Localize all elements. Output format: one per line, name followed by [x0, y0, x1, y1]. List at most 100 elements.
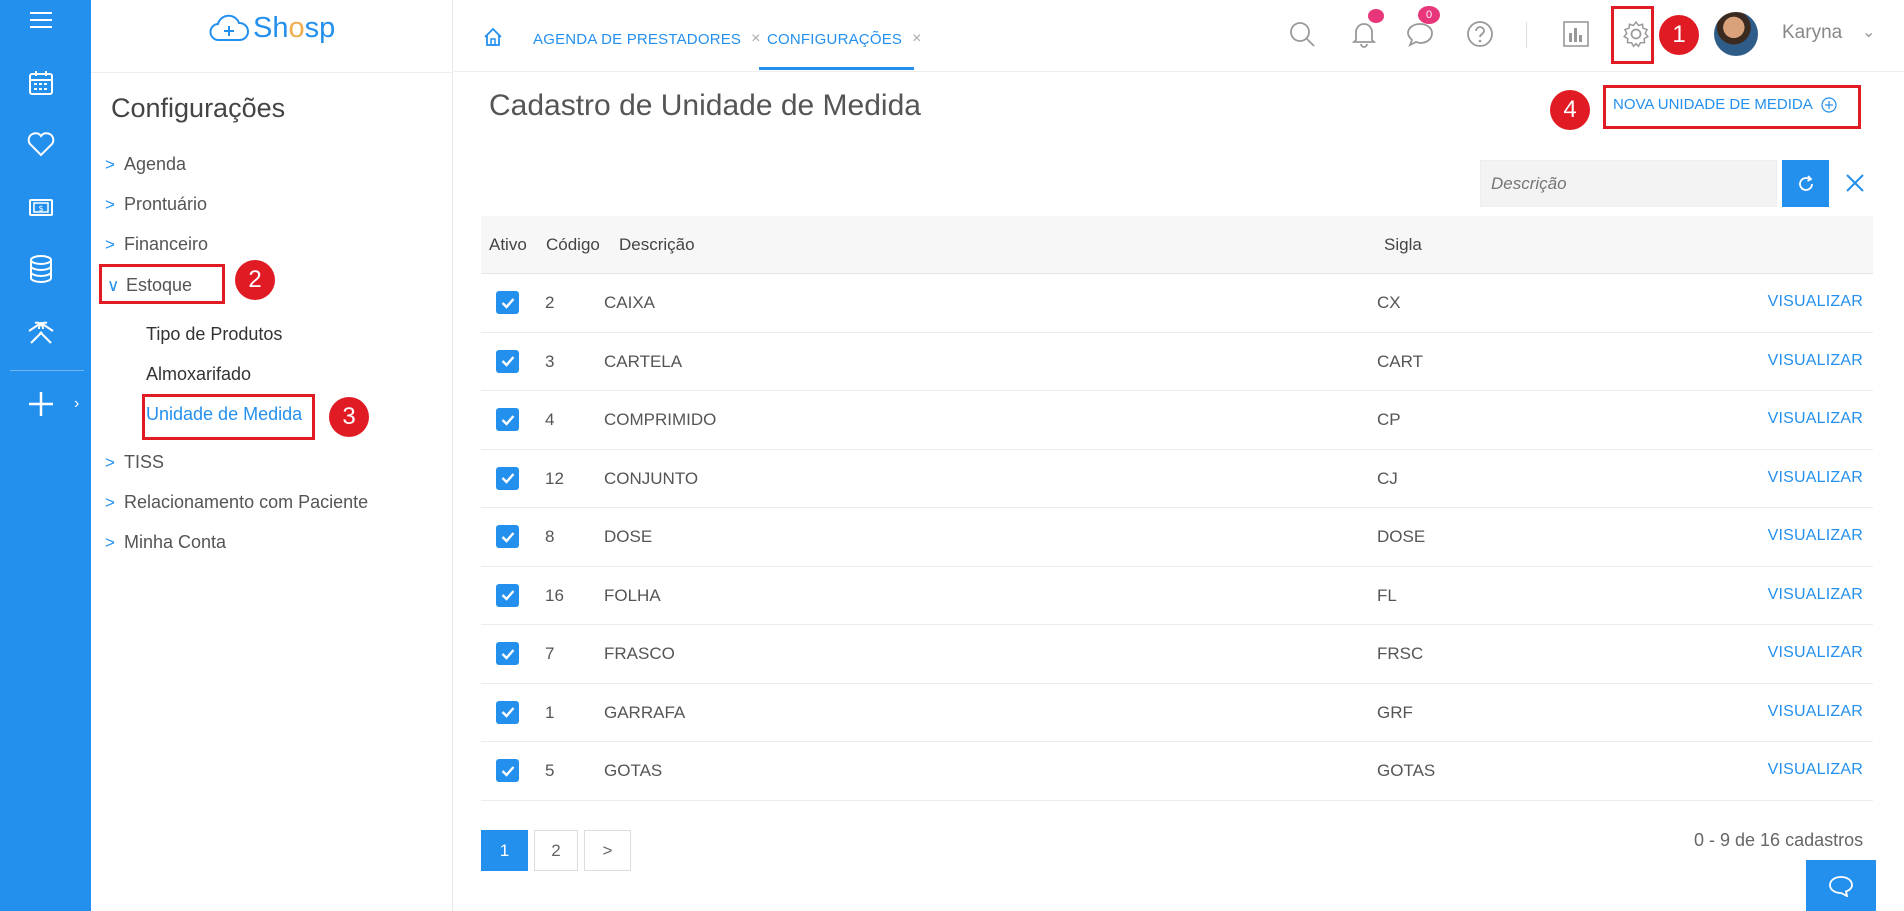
notification-dot: [1368, 9, 1384, 23]
view-button[interactable]: VISUALIZAR: [1768, 586, 1863, 604]
view-button[interactable]: VISUALIZAR: [1768, 703, 1863, 721]
page-1-button[interactable]: 1: [481, 830, 528, 871]
view-button[interactable]: VISUALIZAR: [1768, 410, 1863, 428]
icon-rail: $ ›: [0, 0, 91, 911]
cloud-cross-icon: [209, 14, 249, 41]
sidebar-item-financeiro[interactable]: > Financeiro: [105, 234, 208, 255]
active-checkbox[interactable]: [496, 291, 519, 314]
svg-text:$: $: [38, 204, 43, 213]
view-button[interactable]: VISUALIZAR: [1768, 352, 1863, 370]
search-icon[interactable]: [1286, 18, 1318, 50]
rail-divider: [10, 370, 84, 371]
home-icon[interactable]: [482, 26, 504, 48]
rail-expand-chevron-icon[interactable]: ›: [74, 395, 79, 413]
annotation-box-4: [1603, 85, 1861, 129]
view-button[interactable]: VISUALIZAR: [1768, 527, 1863, 545]
chevron-down-icon[interactable]: ⌄: [1862, 22, 1875, 42]
sidebar-subitem-tipo-de-produtos[interactable]: Tipo de Produtos: [146, 324, 282, 345]
plus-icon[interactable]: [26, 389, 56, 419]
reports-chart-icon[interactable]: [1560, 18, 1592, 50]
active-checkbox[interactable]: [496, 759, 519, 782]
annotation-badge-2: 2: [235, 260, 275, 300]
view-button[interactable]: VISUALIZAR: [1768, 644, 1863, 662]
active-checkbox[interactable]: [496, 349, 519, 373]
cell-sigla: CX: [1377, 293, 1401, 312]
sidebar-item-label: Financeiro: [124, 234, 209, 254]
sidebar-subitem-almoxarifado[interactable]: Almoxarifado: [146, 364, 251, 385]
active-checkbox[interactable]: [496, 408, 519, 431]
heart-icon[interactable]: [26, 129, 56, 159]
cell-codigo: 7: [545, 644, 555, 663]
cell-descricao: DOSE: [604, 527, 653, 546]
money-icon[interactable]: $: [26, 192, 56, 222]
checkmark-icon: [501, 297, 514, 309]
cell-codigo: 4: [545, 410, 555, 429]
menu-icon[interactable]: [26, 5, 56, 35]
view-button[interactable]: VISUALIZAR: [1768, 293, 1863, 311]
table-row: 8 DOSE DOSE VISUALIZAR: [481, 508, 1873, 567]
sidebar-item-relacionamento[interactable]: > Relacionamento com Paciente: [105, 492, 368, 513]
tab-configuracoes[interactable]: CONFIGURAÇÕES ×: [767, 30, 922, 48]
table-row: 7 FRASCO FRSC VISUALIZAR: [481, 625, 1873, 684]
table-row: 3 CARTELA CART VISUALIZAR: [481, 333, 1873, 391]
sidebar-item-agenda[interactable]: > Agenda: [105, 154, 186, 175]
database-icon[interactable]: [26, 254, 56, 284]
active-checkbox[interactable]: [496, 583, 519, 607]
chevron-right-icon: >: [105, 492, 115, 512]
description-search-input[interactable]: [1480, 160, 1777, 207]
sidebar-item-label: Prontuário: [124, 194, 208, 214]
cell-descricao: CAIXA: [604, 293, 656, 312]
support-chat-button[interactable]: [1806, 860, 1876, 911]
sidebar-item-minha-conta[interactable]: > Minha Conta: [105, 532, 226, 553]
toolbar-divider: [1526, 22, 1527, 48]
chevron-right-icon: >: [105, 234, 115, 254]
sidebar-item-prontuario[interactable]: > Prontuário: [105, 194, 207, 215]
cell-codigo: 3: [545, 351, 555, 371]
view-button[interactable]: VISUALIZAR: [1768, 761, 1863, 779]
column-header-codigo[interactable]: Código: [546, 235, 600, 255]
tab-agenda-de-prestadores[interactable]: AGENDA DE PRESTADORES ×: [533, 30, 761, 48]
close-icon[interactable]: ×: [912, 30, 922, 48]
messages-count-badge: 0: [1418, 6, 1440, 24]
user-name[interactable]: Karyna: [1782, 22, 1842, 44]
active-tab-indicator: [759, 67, 914, 70]
chat-bubble-icon: [1829, 875, 1853, 897]
sidebar-header-divider: [91, 72, 453, 73]
active-checkbox[interactable]: [496, 466, 519, 490]
annotation-box-1: [1611, 6, 1654, 64]
table-row: 1 GARRAFA GRF VISUALIZAR: [481, 684, 1873, 742]
column-header-ativo[interactable]: Ativo: [489, 235, 527, 255]
view-button[interactable]: VISUALIZAR: [1768, 469, 1863, 487]
records-count: 0 - 9 de 16 cadastros: [1694, 830, 1864, 850]
help-icon[interactable]: [1464, 18, 1496, 50]
cell-descricao: CONJUNTO: [604, 468, 699, 488]
calendar-icon[interactable]: [26, 68, 56, 98]
cell-descricao: GOTAS: [604, 761, 663, 780]
active-checkbox[interactable]: [496, 525, 519, 548]
clear-filter-button[interactable]: [1840, 168, 1870, 198]
tab-label: CONFIGURAÇÕES: [767, 30, 903, 48]
close-icon: [1846, 174, 1864, 192]
page-2-button[interactable]: 2: [534, 830, 578, 871]
tools-icon[interactable]: [26, 318, 56, 348]
tab-label: AGENDA DE PRESTADORES: [533, 30, 742, 48]
next-page-button[interactable]: >: [584, 830, 631, 871]
table-row: 2 CAIXA CX VISUALIZAR: [481, 274, 1873, 333]
checkmark-icon: [501, 414, 514, 426]
cell-descricao: CARTELA: [604, 351, 683, 371]
checkmark-icon: [501, 707, 514, 718]
refresh-button[interactable]: [1782, 160, 1829, 207]
active-checkbox[interactable]: [496, 700, 519, 724]
column-header-sigla[interactable]: Sigla: [1384, 235, 1422, 255]
chevron-right-icon: >: [105, 154, 115, 174]
brand-logo[interactable]: Shosp: [209, 12, 335, 45]
refresh-icon: [1798, 174, 1813, 191]
annotation-badge-1: 1: [1659, 15, 1699, 55]
sidebar-item-tiss[interactable]: > TISS: [105, 452, 164, 473]
close-icon[interactable]: ×: [751, 30, 761, 48]
avatar[interactable]: [1714, 12, 1758, 56]
checkmark-icon: [501, 765, 514, 777]
active-checkbox[interactable]: [496, 642, 519, 665]
cell-sigla: GOTAS: [1377, 761, 1436, 780]
column-header-descricao[interactable]: Descrição: [619, 235, 695, 255]
